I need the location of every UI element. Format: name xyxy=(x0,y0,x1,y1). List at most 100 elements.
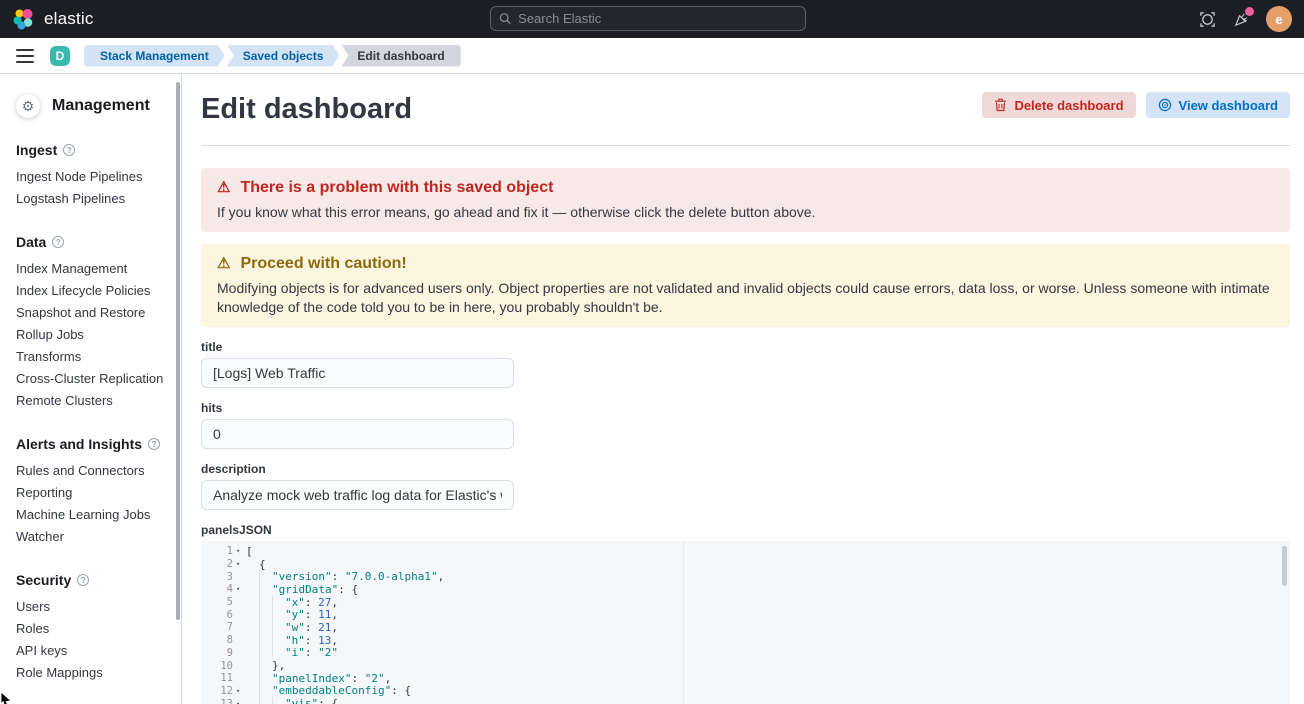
help-icon[interactable]: ? xyxy=(77,574,89,586)
trash-icon xyxy=(994,98,1007,112)
sidebar-item-rollup-jobs[interactable]: Rollup Jobs xyxy=(16,323,165,345)
search-input[interactable] xyxy=(518,11,797,26)
code-text: "gridData": { xyxy=(246,583,358,596)
sidebar-scrollbar[interactable] xyxy=(176,82,180,620)
line-number: 13 xyxy=(201,698,233,704)
editor-scrollbar[interactable] xyxy=(1282,546,1287,586)
global-search[interactable] xyxy=(490,6,806,31)
menu-icon[interactable] xyxy=(16,49,34,63)
sidebar-item-index-management[interactable]: Index Management xyxy=(16,257,165,279)
line-number: 6 xyxy=(201,609,233,621)
sidebar-item-cross-cluster-replication[interactable]: Cross-Cluster Replication xyxy=(16,367,165,389)
main-content: Edit dashboard Delete dashboard xyxy=(182,74,1304,704)
line-number: 12 xyxy=(201,685,233,697)
panels-json-editor[interactable]: 1 ▾ [ 2 ▾ { 3 "version": "7.0.0-alpha1",… xyxy=(201,541,1290,704)
field-label: title xyxy=(201,340,514,354)
code-line: 8 "h": 13, xyxy=(201,634,1290,647)
sidebar-item-transforms[interactable]: Transforms xyxy=(16,345,165,367)
code-text: "y": 11, xyxy=(246,608,338,621)
code-text: { xyxy=(246,558,266,571)
line-number: 3 xyxy=(201,571,233,583)
code-line: 7 "w": 21, xyxy=(201,621,1290,634)
breadcrumb-item[interactable]: Saved objects xyxy=(227,45,340,67)
line-number: 1 xyxy=(201,545,233,557)
header-divider xyxy=(201,145,1290,146)
sidebar-item-roles[interactable]: Roles xyxy=(16,617,165,639)
management-sidebar: ⚙ Management Ingest ? Ingest Node Pipeli… xyxy=(0,74,182,704)
elastic-logo-icon xyxy=(12,7,36,31)
delete-dashboard-button[interactable]: Delete dashboard xyxy=(982,92,1135,118)
sidebar-item-role-mappings[interactable]: Role Mappings xyxy=(16,661,165,683)
sidebar-section: Alerts and Insights ? Rules and Connecto… xyxy=(16,436,165,547)
code-line: 6 "y": 11, xyxy=(201,608,1290,621)
panels-json-label: panelsJSON xyxy=(201,523,1290,537)
code-text: "panelIndex": "2", xyxy=(246,672,391,685)
field-input-hits[interactable] xyxy=(201,419,514,449)
code-text: "x": 27, xyxy=(246,596,338,609)
field-input-description[interactable] xyxy=(201,480,514,510)
fold-arrow-icon[interactable]: ▾ xyxy=(233,560,246,568)
sidebar-item-snapshot-and-restore[interactable]: Snapshot and Restore xyxy=(16,301,165,323)
sidebar-item-watcher[interactable]: Watcher xyxy=(16,525,165,547)
code-line: 3 "version": "7.0.0-alpha1", xyxy=(201,570,1290,583)
sidebar-item-ingest-node-pipelines[interactable]: Ingest Node Pipelines xyxy=(16,165,165,187)
help-icon[interactable]: ? xyxy=(63,144,75,156)
warning-icon: ⚠ xyxy=(217,180,230,195)
fold-arrow-icon[interactable]: ▾ xyxy=(233,700,246,704)
deployment-icon[interactable] xyxy=(1198,10,1216,28)
code-line: 9 "i": "2" xyxy=(201,647,1290,660)
form-field: title xyxy=(201,340,514,388)
code-line: 12 ▾ "embeddableConfig": { xyxy=(201,685,1290,698)
code-line: 2 ▾ { xyxy=(201,558,1290,571)
sidebar-title: Management xyxy=(52,97,150,115)
view-dashboard-label: View dashboard xyxy=(1179,98,1278,113)
field-label: description xyxy=(201,462,514,476)
field-input-title[interactable] xyxy=(201,358,514,388)
sidebar-item-api-keys[interactable]: API keys xyxy=(16,639,165,661)
line-number: 8 xyxy=(201,634,233,646)
line-number: 4 xyxy=(201,583,233,595)
elastic-logo[interactable]: elastic xyxy=(12,7,94,31)
sidebar-section: Ingest ? Ingest Node PipelinesLogstash P… xyxy=(16,142,165,209)
code-line: 11 "panelIndex": "2", xyxy=(201,672,1290,685)
code-text: }, xyxy=(246,659,285,672)
warning-icon: ⚠ xyxy=(217,256,230,271)
search-icon xyxy=(499,12,511,25)
sidebar-item-logstash-pipelines[interactable]: Logstash Pipelines xyxy=(16,187,165,209)
sidebar-item-users[interactable]: Users xyxy=(16,595,165,617)
help-icon[interactable]: ? xyxy=(148,438,160,450)
sidebar-item-remote-clusters[interactable]: Remote Clusters xyxy=(16,389,165,411)
fold-arrow-icon[interactable]: ▾ xyxy=(233,547,246,555)
avatar-initial: e xyxy=(1275,12,1282,27)
top-header-bar: elastic xyxy=(0,0,1304,38)
eye-icon xyxy=(1158,98,1172,112)
code-text: "w": 21, xyxy=(246,621,338,634)
line-number: 10 xyxy=(201,660,233,672)
line-number: 11 xyxy=(201,672,233,684)
space-badge[interactable]: D xyxy=(50,46,70,66)
breadcrumb-item: Edit dashboard xyxy=(341,45,460,67)
sidebar-item-reporting[interactable]: Reporting xyxy=(16,481,165,503)
fold-arrow-icon[interactable]: ▾ xyxy=(233,687,246,695)
print-margin xyxy=(683,541,684,704)
form-field: description xyxy=(201,462,514,510)
user-avatar[interactable]: e xyxy=(1266,6,1292,32)
sidebar-item-index-lifecycle-policies[interactable]: Index Lifecycle Policies xyxy=(16,279,165,301)
fold-arrow-icon[interactable]: ▾ xyxy=(233,585,246,593)
sidebar-item-rules-and-connectors[interactable]: Rules and Connectors xyxy=(16,459,165,481)
sidebar-item-machine-learning-jobs[interactable]: Machine Learning Jobs xyxy=(16,503,165,525)
help-icon[interactable]: ? xyxy=(52,236,64,248)
code-text: [ xyxy=(246,545,253,558)
page-title: Edit dashboard xyxy=(201,92,412,126)
sidebar-section-heading: Data xyxy=(16,234,46,250)
sidebar-section-heading: Ingest xyxy=(16,142,57,158)
newsfeed-icon[interactable] xyxy=(1232,10,1250,28)
line-number: 2 xyxy=(201,558,233,570)
warning-callout-body: Modifying objects is for advanced users … xyxy=(217,279,1274,317)
code-line: 4 ▾ "gridData": { xyxy=(201,583,1290,596)
breadcrumb-item[interactable]: Stack Management xyxy=(84,45,225,67)
view-dashboard-button[interactable]: View dashboard xyxy=(1146,92,1290,118)
delete-dashboard-label: Delete dashboard xyxy=(1014,98,1123,113)
line-number: 5 xyxy=(201,596,233,608)
breadcrumb-bar: D Stack ManagementSaved objectsEdit dash… xyxy=(0,38,1304,74)
